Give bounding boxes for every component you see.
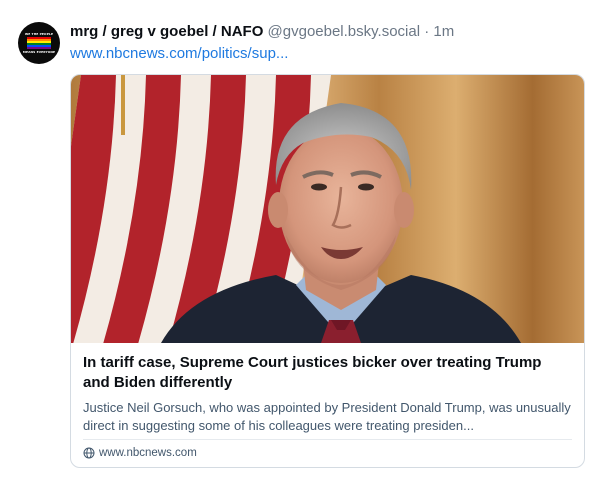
author-display-name[interactable]: mrg / greg v goebel / NAFO xyxy=(70,23,263,40)
avatar[interactable]: WE THE PEOPLE MEANS EVERYONE xyxy=(18,22,60,64)
globe-icon xyxy=(83,447,95,459)
card-domain-text: www.nbcnews.com xyxy=(99,447,197,459)
card-title[interactable]: In tariff case, Supreme Court justices b… xyxy=(83,353,572,393)
post-time[interactable]: 1m xyxy=(433,23,454,40)
post-header: mrg / greg v goebel / NAFO @gvgoebel.bsk… xyxy=(70,22,600,42)
separator: · xyxy=(424,23,430,40)
author-handle[interactable]: @gvgoebel.bsky.social xyxy=(268,23,421,40)
avatar-text-bottom: MEANS EVERYONE xyxy=(22,50,56,54)
card-divider xyxy=(83,439,572,440)
post[interactable]: WE THE PEOPLE MEANS EVERYONE mrg / greg … xyxy=(0,0,610,490)
card-description: Justice Neil Gorsuch, who was appointed … xyxy=(83,400,571,433)
link-card[interactable]: In tariff case, Supreme Court justices b… xyxy=(70,74,585,468)
rainbow-flag-icon xyxy=(27,37,51,49)
card-body: In tariff case, Supreme Court justices b… xyxy=(71,343,584,467)
post-link[interactable]: www.nbcnews.com/politics/sup... xyxy=(70,44,288,64)
card-image xyxy=(71,75,584,343)
avatar-text-top: WE THE PEOPLE xyxy=(24,32,54,36)
card-domain[interactable]: www.nbcnews.com xyxy=(83,445,197,461)
